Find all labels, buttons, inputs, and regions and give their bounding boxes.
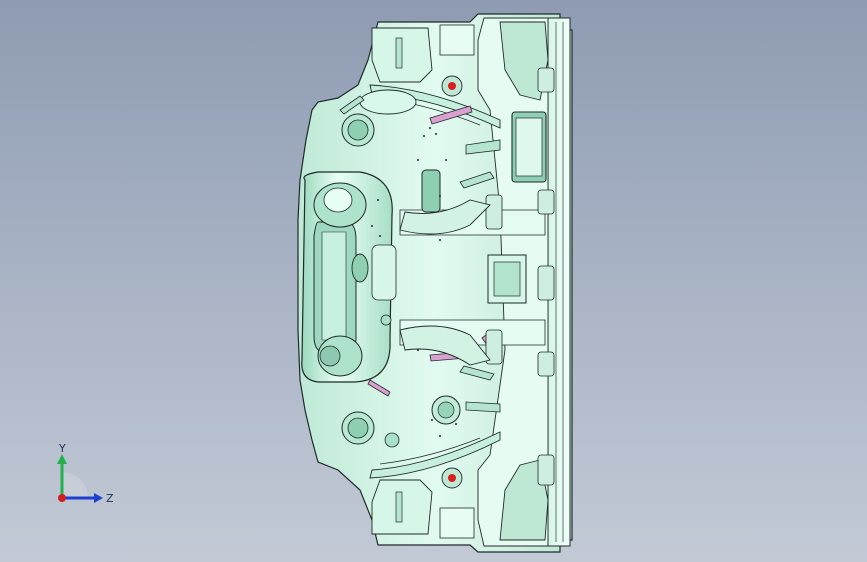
hole-marker-top bbox=[441, 75, 463, 97]
boss-lower-center bbox=[431, 395, 461, 425]
mold-part-model[interactable] bbox=[0, 0, 867, 562]
center-slot bbox=[351, 253, 369, 283]
y-axis-arrowhead bbox=[57, 454, 67, 464]
triad-origin bbox=[58, 494, 66, 502]
boss-upper-left bbox=[341, 113, 375, 147]
slot-upper-center bbox=[421, 169, 441, 213]
z-axis-arrowhead bbox=[94, 493, 103, 503]
hole-marker-bottom bbox=[441, 467, 463, 489]
z-axis-label: Z bbox=[106, 492, 114, 505]
coordinate-triad: Y Z bbox=[57, 442, 114, 505]
triad-quadrant bbox=[62, 472, 88, 498]
boss-lower-left bbox=[341, 411, 375, 445]
graphics-viewport[interactable]: Y Z bbox=[0, 0, 867, 562]
y-axis-label: Y bbox=[58, 442, 66, 455]
